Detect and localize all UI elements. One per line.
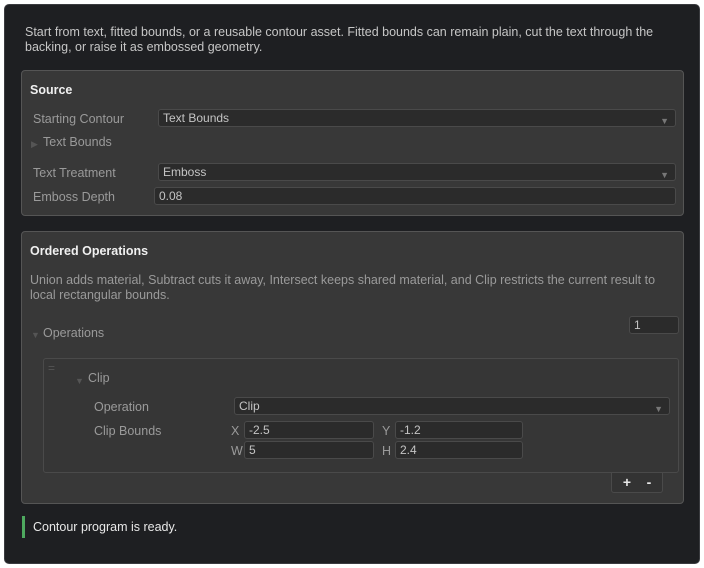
clip-w-field[interactable]: 5: [244, 441, 374, 459]
clip-h-field[interactable]: 2.4: [395, 441, 523, 459]
operations-title: Ordered Operations: [30, 244, 149, 258]
chevron-down-icon: ▼: [660, 116, 669, 126]
starting-contour-dropdown[interactable]: Text Bounds ▼: [158, 109, 676, 127]
add-operation-button[interactable]: +: [617, 473, 637, 491]
source-panel: Source Starting Contour Text Bounds ▼ ▶ …: [21, 70, 684, 216]
starting-contour-value: Text Bounds: [163, 111, 230, 125]
intro-text: Start from text, fitted bounds, or a reu…: [25, 25, 654, 54]
text-treatment-value: Emboss: [163, 165, 207, 179]
clip-foldout-icon[interactable]: ▼: [75, 376, 84, 386]
status-message: Contour program is ready.: [22, 516, 177, 538]
operations-panel: Ordered Operations Union adds material, …: [21, 231, 684, 504]
emboss-depth-field[interactable]: 0.08: [154, 187, 676, 205]
inspector-window: Start from text, fitted bounds, or a reu…: [4, 4, 700, 564]
remove-operation-button[interactable]: -: [639, 473, 659, 491]
operation-type-value: Clip: [239, 399, 260, 413]
operation-type-label: Operation: [94, 400, 149, 414]
operations-count-field[interactable]: 1: [629, 316, 679, 334]
chevron-down-icon: ▼: [660, 170, 669, 180]
list-buttons: + -: [611, 473, 663, 493]
emboss-depth-label: Emboss Depth: [33, 190, 115, 204]
clip-y-label: Y: [382, 424, 391, 438]
operation-item-name[interactable]: Clip: [88, 371, 110, 385]
text-bounds-foldout-icon[interactable]: ▶: [31, 139, 38, 150]
clip-w-label: W: [231, 444, 243, 458]
operation-type-dropdown[interactable]: Clip ▼: [234, 397, 670, 415]
clip-bounds-label: Clip Bounds: [94, 424, 162, 438]
operations-description: Union adds material, Subtract cuts it aw…: [30, 273, 656, 302]
operations-list-label[interactable]: Operations: [43, 326, 104, 340]
drag-handle-icon[interactable]: =: [48, 361, 55, 375]
clip-x-label: X: [231, 424, 240, 438]
starting-contour-label: Starting Contour: [33, 112, 125, 126]
operations-foldout-icon[interactable]: ▼: [31, 330, 40, 340]
text-bounds-label[interactable]: Text Bounds: [43, 135, 112, 149]
clip-h-label: H: [382, 444, 392, 458]
source-title: Source: [30, 83, 73, 97]
operation-item: = ▼ Clip Operation Clip ▼ Clip Bounds X …: [43, 358, 679, 473]
text-treatment-label: Text Treatment: [33, 166, 116, 180]
clip-y-field[interactable]: -1.2: [395, 421, 523, 439]
clip-x-field[interactable]: -2.5: [244, 421, 374, 439]
chevron-down-icon: ▼: [654, 404, 663, 414]
text-treatment-dropdown[interactable]: Emboss ▼: [158, 163, 676, 181]
